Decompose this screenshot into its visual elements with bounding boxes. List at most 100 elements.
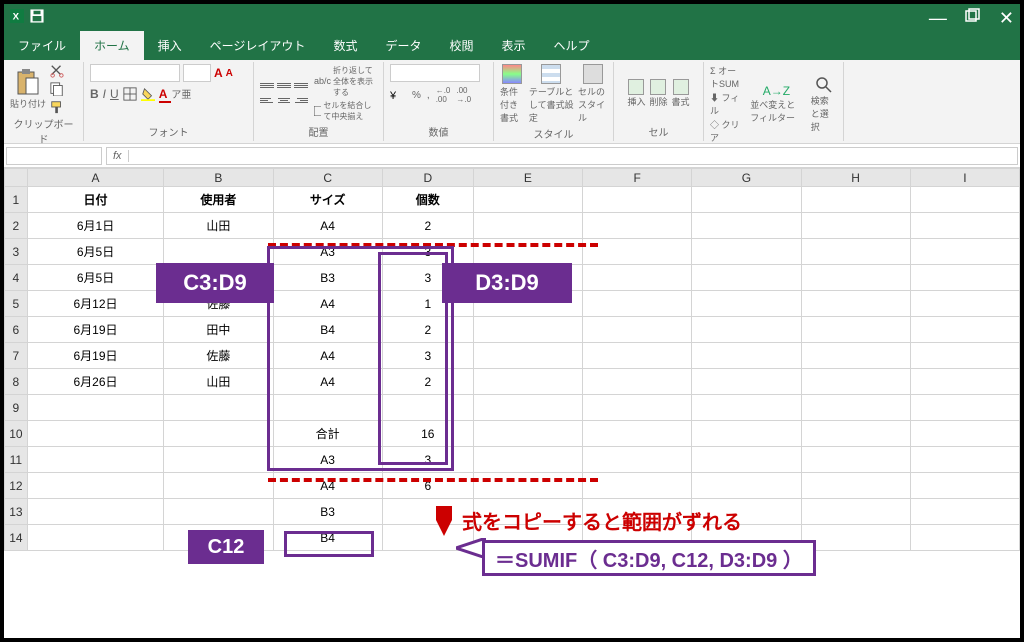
cell[interactable]: 3 <box>382 447 473 473</box>
cell[interactable] <box>801 265 910 291</box>
cell[interactable] <box>583 473 692 499</box>
cell[interactable] <box>692 265 801 291</box>
fill-button[interactable]: ⬇ フィル <box>710 91 742 117</box>
cell[interactable]: 6月19日 <box>27 343 164 369</box>
cell[interactable]: 6月5日 <box>27 265 164 291</box>
cell[interactable]: A4 <box>273 213 382 239</box>
cell[interactable] <box>473 265 582 291</box>
cell[interactable] <box>273 395 382 421</box>
cell[interactable] <box>583 213 692 239</box>
cell[interactable] <box>801 447 910 473</box>
cell[interactable]: B4 <box>273 317 382 343</box>
col-header-A[interactable]: A <box>27 169 164 187</box>
italic-button[interactable]: I <box>103 87 106 101</box>
row-header[interactable]: 2 <box>5 213 28 239</box>
cell[interactable] <box>27 447 164 473</box>
cell[interactable] <box>910 473 1019 499</box>
cell[interactable] <box>583 265 692 291</box>
menu-data[interactable]: データ <box>371 31 435 60</box>
cell[interactable] <box>692 421 801 447</box>
cell[interactable] <box>910 265 1019 291</box>
save-icon[interactable] <box>30 9 44 28</box>
col-header-B[interactable]: B <box>164 169 273 187</box>
cell[interactable] <box>164 525 273 551</box>
cell[interactable]: 使用者 <box>164 187 273 213</box>
cell[interactable]: 山田 <box>164 213 273 239</box>
font-shrink-button[interactable]: A <box>226 68 233 79</box>
cell[interactable] <box>692 291 801 317</box>
format-cells-button[interactable]: 書式 <box>672 79 690 108</box>
maximize-button[interactable] <box>965 8 981 29</box>
conditional-format-button[interactable]: 条件付き書式 <box>500 64 525 124</box>
format-painter-icon[interactable] <box>50 100 64 114</box>
cell-styles-button[interactable]: セルのスタイル <box>578 64 607 124</box>
worksheet[interactable]: A B C D E F G H I 1 日付 使用者 サイズ 個数 2 6月1日… <box>4 168 1020 638</box>
row-header[interactable]: 14 <box>5 525 28 551</box>
cell[interactable] <box>473 447 582 473</box>
row-header[interactable]: 11 <box>5 447 28 473</box>
decrease-decimal-button[interactable]: .00→.0 <box>456 86 471 104</box>
cell[interactable] <box>164 473 273 499</box>
cell[interactable] <box>801 317 910 343</box>
cell[interactable] <box>164 265 273 291</box>
cell[interactable]: B4 <box>273 525 382 551</box>
cell[interactable] <box>583 369 692 395</box>
row-header[interactable]: 5 <box>5 291 28 317</box>
cell[interactable] <box>692 187 801 213</box>
cell[interactable] <box>27 499 164 525</box>
cell[interactable]: 3 <box>382 239 473 265</box>
cell[interactable] <box>801 369 910 395</box>
cell[interactable]: サイズ <box>273 187 382 213</box>
cell[interactable] <box>910 369 1019 395</box>
select-all-corner[interactable] <box>5 169 28 187</box>
underline-button[interactable]: U <box>110 87 119 101</box>
cell[interactable] <box>583 187 692 213</box>
cell[interactable] <box>692 369 801 395</box>
copy-icon[interactable] <box>50 82 64 96</box>
cell[interactable] <box>801 291 910 317</box>
cell[interactable] <box>473 187 582 213</box>
cell[interactable] <box>910 317 1019 343</box>
cell[interactable]: 田中 <box>164 317 273 343</box>
cell[interactable]: A4 <box>273 473 382 499</box>
alignment-buttons[interactable] <box>260 80 308 107</box>
cell[interactable]: 16 <box>382 421 473 447</box>
cell[interactable]: B3 <box>273 265 382 291</box>
row-header[interactable]: 1 <box>5 187 28 213</box>
fx-icon[interactable]: fx <box>107 150 129 162</box>
font-family-select[interactable] <box>90 64 180 82</box>
cell[interactable] <box>473 499 582 525</box>
cell[interactable]: A4 <box>273 369 382 395</box>
format-as-table-button[interactable]: テーブルとして書式設定 <box>529 64 574 124</box>
row-header[interactable]: 6 <box>5 317 28 343</box>
cell[interactable] <box>910 239 1019 265</box>
cell[interactable]: 6月5日 <box>27 239 164 265</box>
cell[interactable]: 日付 <box>27 187 164 213</box>
col-header-F[interactable]: F <box>583 169 692 187</box>
cell[interactable] <box>473 369 582 395</box>
cell[interactable] <box>910 291 1019 317</box>
menu-insert[interactable]: 挿入 <box>144 31 196 60</box>
cell[interactable] <box>801 187 910 213</box>
comma-button[interactable]: , <box>427 90 430 101</box>
cell[interactable] <box>473 213 582 239</box>
name-box[interactable] <box>6 147 102 165</box>
cell[interactable] <box>692 343 801 369</box>
cell[interactable] <box>910 187 1019 213</box>
cell[interactable] <box>692 447 801 473</box>
cell[interactable]: A3 <box>273 239 382 265</box>
cell[interactable] <box>382 395 473 421</box>
cell[interactable]: 6月1日 <box>27 213 164 239</box>
cell[interactable]: 3 <box>382 343 473 369</box>
cell[interactable] <box>27 525 164 551</box>
cell[interactable]: 6月19日 <box>27 317 164 343</box>
col-header-D[interactable]: D <box>382 169 473 187</box>
cell[interactable]: 2 <box>382 369 473 395</box>
cell[interactable] <box>583 395 692 421</box>
font-color-button[interactable]: A <box>159 87 168 101</box>
row-header[interactable]: 8 <box>5 369 28 395</box>
col-header-G[interactable]: G <box>692 169 801 187</box>
cell[interactable] <box>583 499 692 525</box>
cell[interactable] <box>910 447 1019 473</box>
fill-color-icon[interactable] <box>141 87 155 101</box>
